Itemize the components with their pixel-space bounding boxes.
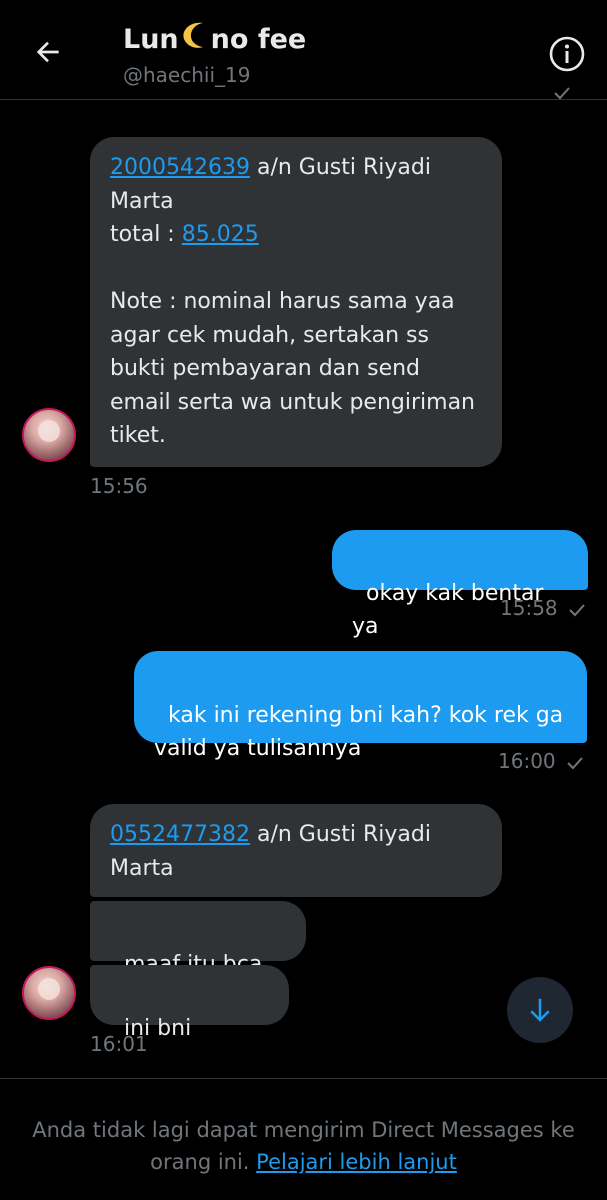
message-text: Note : nominal harus sama yaa agar cek m… — [110, 289, 475, 448]
timestamp-text: 16:00 — [498, 749, 556, 773]
back-arrow-icon — [36, 41, 59, 63]
contact-name-part1: Lun — [123, 23, 179, 55]
arrow-down-icon — [530, 998, 550, 1022]
info-icon — [549, 36, 585, 72]
sent-message-bubble[interactable]: kak ini rekening bni kah? kok rek ga val… — [134, 651, 587, 761]
received-message-bubble[interactable]: 0552477382 a/n Gusti Riyadi Marta — [90, 804, 502, 897]
received-message-bubble[interactable]: ini bni — [90, 965, 289, 1041]
message-timestamp: 16:00 — [498, 749, 584, 775]
check-icon — [566, 751, 584, 775]
contact-avatar[interactable] — [22, 966, 76, 1020]
check-icon — [554, 87, 570, 100]
amount-link[interactable]: 85.025 — [182, 222, 259, 247]
message-timestamp: 16:01 — [90, 1032, 148, 1056]
account-number-link[interactable]: 0552477382 — [110, 822, 250, 847]
info-button[interactable] — [545, 32, 589, 76]
conversation-title-block[interactable]: Lun no fee @haechii_19 — [123, 20, 306, 89]
contact-name: Lun no fee — [123, 20, 306, 59]
moon-icon — [181, 20, 209, 59]
contact-avatar[interactable] — [22, 408, 76, 462]
back-button[interactable] — [26, 30, 70, 74]
message-timestamp: 15:58 — [500, 596, 586, 622]
received-message-bubble[interactable]: maaf itu bca ku — [90, 901, 306, 1010]
cut-off-timestamp — [553, 86, 571, 100]
check-icon — [568, 598, 586, 622]
scroll-to-bottom-button[interactable] — [507, 977, 573, 1043]
contact-handle: @haechii_19 — [123, 63, 251, 87]
conversation-header: Lun no fee @haechii_19 — [0, 0, 607, 100]
learn-more-link[interactable]: Pelajari lebih lanjut — [256, 1150, 457, 1174]
account-number-link[interactable]: 2000542639 — [110, 155, 250, 180]
contact-name-part2: no fee — [210, 23, 307, 55]
dm-disabled-notice: Anda tidak lagi dapat mengirim Direct Me… — [0, 1078, 607, 1200]
sent-message-bubble[interactable]: okay kak bentar ya — [332, 530, 588, 639]
received-message-bubble[interactable]: 2000542639 a/n Gusti Riyadi Marta total … — [90, 137, 502, 467]
timestamp-text: 15:58 — [500, 596, 558, 620]
message-timestamp: 15:56 — [90, 474, 148, 498]
